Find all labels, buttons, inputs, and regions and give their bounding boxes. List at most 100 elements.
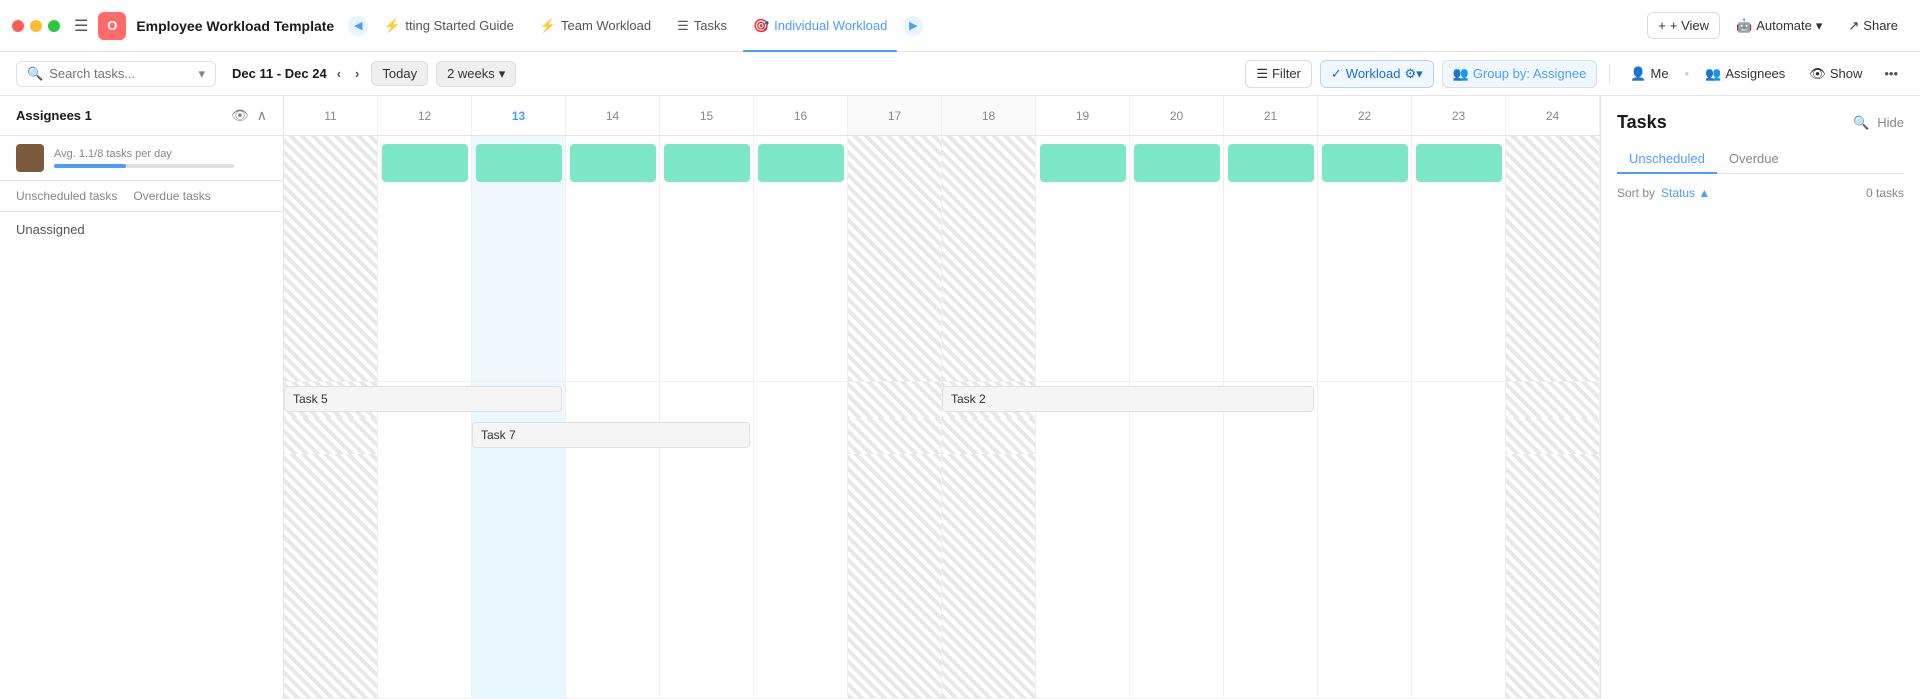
cal-cell-14[interactable] [566, 136, 660, 382]
minimize-button[interactable] [30, 20, 42, 32]
assignee-row: Avg. 1.1/8 tasks per day [0, 136, 283, 180]
ua-cell-13[interactable] [1506, 454, 1600, 699]
collapse-icon[interactable]: ∧ [257, 107, 267, 124]
share-button[interactable]: ↗ Share [1838, 13, 1908, 39]
calendar: 11 12 13 14 15 16 17 18 19 20 21 22 23 2… [284, 96, 1600, 699]
search-icon: 🔍 [27, 66, 43, 82]
workload-button[interactable]: ✓ Workload ⚙▾ [1320, 60, 1434, 88]
search-input[interactable] [49, 66, 189, 81]
toolbar: 🔍 ▾ Dec 11 - Dec 24 ‹ › Today 2 weeks ▾ … [0, 52, 1920, 96]
me-icon: 👤 [1630, 66, 1646, 82]
task-links-row: Unscheduled tasks Overdue tasks [0, 180, 283, 211]
hide-button[interactable]: Hide [1877, 115, 1904, 130]
date-range-label: Dec 11 - Dec 24 [232, 66, 327, 81]
nav-back-icon[interactable]: ◀ [348, 16, 368, 36]
cal-cell-20[interactable] [1130, 136, 1224, 382]
ua-cell-3[interactable] [566, 454, 660, 699]
show-icon: 👁 [1809, 66, 1826, 82]
cal-cell-17[interactable] [848, 136, 942, 382]
show-button[interactable]: 👁 Show [1801, 61, 1870, 87]
workload-settings-icon[interactable]: ⚙▾ [1404, 66, 1422, 82]
tab-unscheduled[interactable]: Unscheduled [1617, 145, 1717, 174]
day-18: 18 [942, 96, 1036, 135]
weeks-selector[interactable]: 2 weeks ▾ [436, 61, 516, 87]
cal-cell-13[interactable] [472, 136, 566, 382]
ua-cell-9[interactable] [1130, 454, 1224, 699]
date-next-icon[interactable]: › [351, 64, 363, 83]
group-icon: 👥 [1453, 66, 1469, 82]
getting-started-icon: ⚡ [384, 18, 400, 34]
day-22: 22 [1318, 96, 1412, 135]
sort-value[interactable]: Status ▲ [1661, 186, 1710, 200]
divider [1609, 64, 1610, 84]
today-button[interactable]: Today [371, 61, 428, 86]
task7-label: Task 7 [481, 428, 516, 442]
task-row-1: Task 5 Task 2 [284, 382, 1600, 418]
automate-button[interactable]: 🤖 Automate ▾ [1726, 13, 1832, 39]
tab-getting-started[interactable]: ⚡ tting Started Guide [374, 14, 524, 38]
day-24: 24 [1506, 96, 1600, 135]
overdue-tasks-link[interactable]: Overdue tasks [133, 189, 210, 203]
task-bar-5[interactable]: Task 5 [284, 386, 562, 412]
filter-button[interactable]: ☰ Filter [1245, 60, 1312, 88]
unassigned-label: Unassigned [16, 222, 85, 237]
more-options-button[interactable]: ••• [1878, 62, 1904, 85]
unscheduled-tasks-link[interactable]: Unscheduled tasks [16, 189, 117, 203]
task-bar-7[interactable]: Task 7 [472, 422, 750, 448]
ua-cell-12[interactable] [1412, 454, 1506, 699]
search-box[interactable]: 🔍 ▾ [16, 61, 216, 87]
ua-cell-7[interactable] [942, 454, 1036, 699]
cal-cell-24[interactable] [1506, 136, 1600, 382]
share-icon: ↗ [1848, 18, 1859, 34]
ua-cell-5[interactable] [754, 454, 848, 699]
me-button[interactable]: 👤 Me [1622, 61, 1676, 87]
day-23: 23 [1412, 96, 1506, 135]
cal-cell-19[interactable] [1036, 136, 1130, 382]
nav-forward-icon[interactable]: ▶ [903, 16, 923, 36]
ua-cell-10[interactable] [1224, 454, 1318, 699]
add-view-button[interactable]: + + View [1647, 12, 1720, 39]
ua-cell-1[interactable] [378, 454, 472, 699]
tasks-tabs: Unscheduled Overdue [1617, 145, 1904, 174]
date-prev-icon[interactable]: ‹ [333, 64, 345, 83]
tab-overdue[interactable]: Overdue [1717, 145, 1791, 173]
cal-cell-12[interactable] [378, 136, 472, 382]
ua-cell-2[interactable] [472, 454, 566, 699]
group-by-button[interactable]: 👥 Group by: Assignee [1442, 60, 1598, 88]
maximize-button[interactable] [48, 20, 60, 32]
assignees-button[interactable]: 👥 Assignees [1697, 61, 1793, 87]
progress-fill [54, 164, 126, 168]
automate-icon: 🤖 [1736, 18, 1752, 34]
menu-icon[interactable]: ☰ [74, 16, 88, 36]
unassigned-row: Unassigned [0, 211, 283, 247]
ua-cell-0[interactable] [284, 454, 378, 699]
date-range: Dec 11 - Dec 24 ‹ › [232, 64, 363, 83]
ua-cell-8[interactable] [1036, 454, 1130, 699]
calendar-header: 11 12 13 14 15 16 17 18 19 20 21 22 23 2… [284, 96, 1600, 136]
cal-cell-23[interactable] [1412, 136, 1506, 382]
calendar-body: Task 5 Task 2 [284, 136, 1600, 699]
cal-cell-15[interactable] [660, 136, 754, 382]
search-chevron-icon[interactable]: ▾ [198, 66, 205, 82]
tasks-search-icon[interactable]: 🔍 [1853, 115, 1869, 131]
task-bar-2[interactable]: Task 2 [942, 386, 1314, 412]
assignee-info: Avg. 1.1/8 tasks per day [54, 148, 267, 168]
cal-cell-11[interactable] [284, 136, 378, 382]
ua-cell-6[interactable] [848, 454, 942, 699]
cal-cell-18[interactable] [942, 136, 1036, 382]
ua-cell-4[interactable] [660, 454, 754, 699]
tab-team-workload[interactable]: ⚡ Team Workload [530, 14, 661, 38]
ua-cell-11[interactable] [1318, 454, 1412, 699]
visibility-icon[interactable]: 👁 [231, 107, 249, 124]
avatar [16, 144, 44, 172]
cal-cell-16[interactable] [754, 136, 848, 382]
unassigned-cal-row [284, 454, 1600, 699]
close-button[interactable] [12, 20, 24, 32]
left-panel: Assignees 1 👁 ∧ Avg. 1.1/8 tasks per day… [0, 96, 284, 699]
cal-cell-22[interactable] [1318, 136, 1412, 382]
task-count: 0 tasks [1866, 186, 1904, 200]
tab-individual-workload[interactable]: 🎯 Individual Workload [743, 14, 897, 38]
cal-cell-21[interactable] [1224, 136, 1318, 382]
tab-tasks[interactable]: ☰ Tasks [667, 14, 737, 38]
day-13: 13 [472, 96, 566, 135]
